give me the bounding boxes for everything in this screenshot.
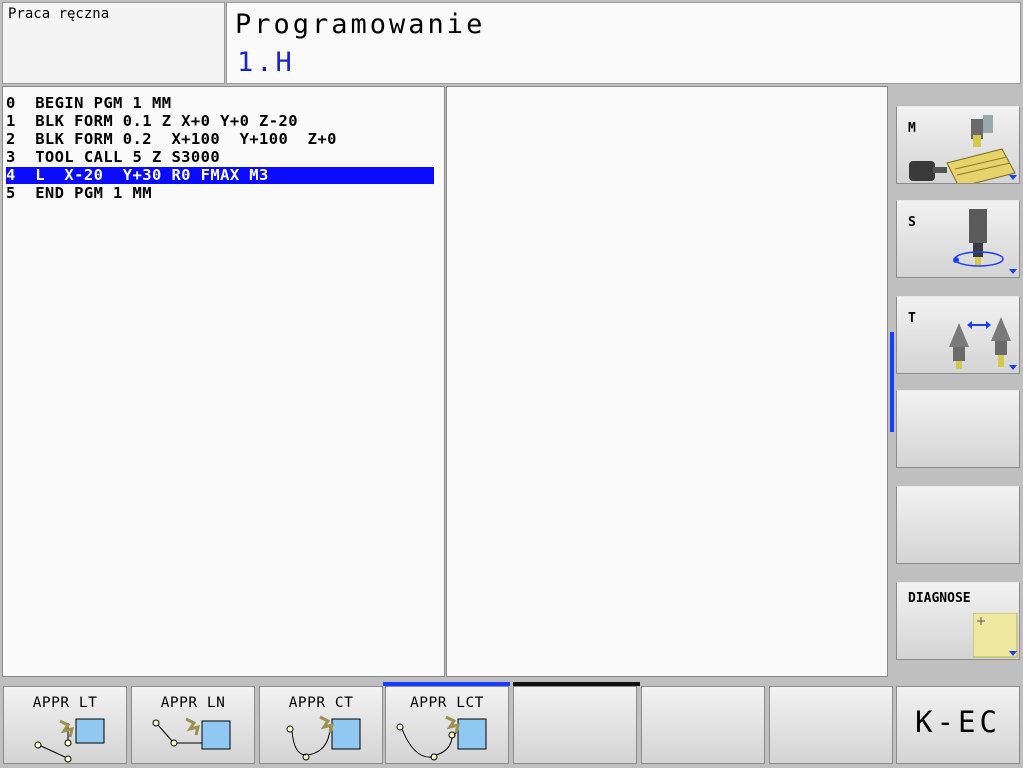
softkey-diagnose-label: DIAGNOSE	[908, 591, 971, 606]
softkey-s-label: S	[908, 215, 916, 230]
spindle-icon	[953, 209, 1004, 267]
softkey-scroll-indicator	[890, 332, 894, 432]
program-line-3[interactable]: 3 TOOL CALL 5 Z S3000	[6, 149, 220, 166]
softkey-appr-ct[interactable]: APPR CT	[259, 686, 383, 764]
mode-program-title: Programowanie	[235, 9, 486, 40]
softkey-empty-2[interactable]	[896, 486, 1020, 564]
appr-lt-icon	[34, 718, 105, 763]
softkey-appr-lct[interactable]: APPR LCT	[385, 686, 509, 764]
chevron-down-icon	[1009, 175, 1017, 180]
softkey-s[interactable]: S	[896, 200, 1020, 278]
appr-ln-icon	[152, 717, 231, 750]
program-line-0[interactable]: 0 BEGIN PGM 1 MM	[6, 95, 171, 112]
mode-program-panel: Programowanie 1.H	[226, 2, 1021, 84]
softkey-appr-ln-label: APPR LN	[160, 695, 226, 711]
chevron-down-icon	[1009, 269, 1017, 274]
program-editor[interactable]: 0 BEGIN PGM 1 MM 1 BLK FORM 0.1 Z X+0 Y+…	[2, 86, 445, 677]
graphics-preview-pane	[446, 86, 888, 677]
mode-manual-label: Praca ręczna	[8, 6, 110, 22]
program-line-5[interactable]: 5 END PGM 1 MM	[6, 185, 152, 202]
appr-ct-icon	[286, 715, 361, 761]
program-line-4-selected[interactable]: 4 L X-20 Y+30 R0 FMAX M3	[6, 167, 434, 184]
program-name: 1.H	[237, 47, 295, 78]
program-line-1[interactable]: 1 BLK FORM 0.1 Z X+0 Y+0 Z-20	[6, 113, 298, 130]
softkey-appr-ct-label: APPR CT	[288, 695, 354, 711]
chevron-down-icon	[1009, 365, 1017, 370]
softkey-t[interactable]: T	[896, 296, 1020, 374]
machine-table-icon	[909, 115, 1016, 183]
softkey-m[interactable]: M	[896, 106, 1020, 184]
softkey-appr-lt[interactable]: APPR LT	[3, 686, 127, 764]
softkey-appr-lt-label: APPR LT	[32, 695, 98, 711]
softkey-appr-lct-label: APPR LCT	[410, 695, 484, 711]
program-line-2[interactable]: 2 BLK FORM 0.2 X+100 Y+100 Z+0	[6, 131, 337, 148]
chevron-down-icon	[1009, 651, 1017, 656]
softkey-empty-bottom-1[interactable]	[513, 686, 637, 764]
softkey-appr-ln[interactable]: APPR LN	[131, 686, 255, 764]
softkey-diagnose[interactable]: DIAGNOSE	[896, 582, 1020, 660]
appr-lct-icon	[396, 715, 487, 761]
softkey-empty-1[interactable]	[896, 390, 1020, 468]
mode-manual-panel: Praca ręczna	[2, 2, 225, 84]
softkey-k-ec[interactable]: K-EC	[896, 686, 1020, 764]
softkey-t-label: T	[908, 311, 916, 326]
tool-change-icon	[949, 317, 1011, 369]
softkey-k-ec-label: K-EC	[915, 705, 1001, 739]
softkey-empty-bottom-2[interactable]	[641, 686, 765, 764]
softkey-empty-bottom-3[interactable]	[769, 686, 893, 764]
